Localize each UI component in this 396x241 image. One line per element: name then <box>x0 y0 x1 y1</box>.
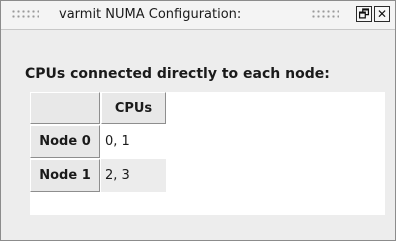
title-bar[interactable]: varmit NUMA Configuration: 🗗 ✕ <box>1 1 395 30</box>
close-icon: ✕ <box>376 7 388 21</box>
numa-config-window: varmit NUMA Configuration: 🗗 ✕ CPUs conn… <box>0 0 396 241</box>
row-header-node-1[interactable]: Node 1 <box>30 159 100 192</box>
table-cell-cpus-node-1[interactable]: 2, 3 <box>101 159 166 192</box>
cpu-table: CPUs Node 0 0, 1 Node 1 2, 3 <box>30 92 385 215</box>
window-title: varmit NUMA Configuration: <box>59 7 242 22</box>
table-cell-cpus-node-0[interactable]: 0, 1 <box>101 125 385 158</box>
row-header-node-0[interactable]: Node 0 <box>30 125 100 158</box>
restore-icon: 🗗 <box>358 7 370 21</box>
close-button[interactable]: ✕ <box>374 6 390 22</box>
restore-button[interactable]: 🗗 <box>356 6 372 22</box>
titlebar-grip-left <box>11 9 39 19</box>
column-header-cpus[interactable]: CPUs <box>101 92 166 124</box>
table-corner-header[interactable] <box>30 92 100 124</box>
titlebar-grip-right <box>311 9 339 19</box>
section-heading: CPUs connected directly to each node: <box>25 66 330 82</box>
